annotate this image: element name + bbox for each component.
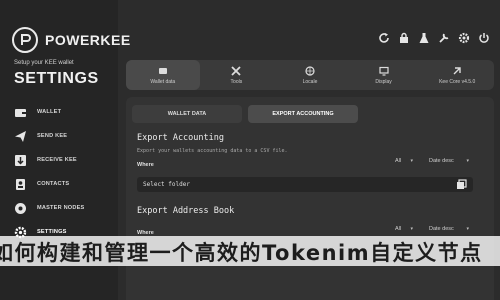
tab-wallet-data[interactable]: Wallet data [126, 60, 200, 90]
sort-select-value: Date desc [429, 157, 454, 164]
settings-panel: WALLET DATA EXPORT ACCOUNTING Export Acc… [126, 97, 494, 300]
power-icon[interactable] [477, 31, 490, 44]
tab-kee-core[interactable]: Kee Core v4.5.0 [420, 60, 494, 90]
locale-icon [305, 65, 315, 76]
sort-select-value: Date desc [429, 225, 454, 232]
subtab-export-accounting[interactable]: EXPORT ACCOUNTING [248, 105, 358, 123]
send-icon [14, 130, 27, 143]
export-address-book-title: Export Address Book [137, 206, 235, 216]
headline-overlay: 如何构建和管理一个高效的Tokenim自定义节点 [0, 236, 500, 266]
wallet-icon [14, 106, 27, 119]
chevron-down-icon: ▾ [410, 157, 413, 164]
sidebar-item-label: CONTACTS [37, 181, 70, 187]
wallet-data-icon [158, 67, 167, 74]
page-subtitle: Setup your KEE wallet [14, 60, 74, 66]
sidebar-item-wallet[interactable]: WALLET [0, 100, 118, 124]
sidebar-item-label: SEND KEE [37, 133, 68, 139]
tools-icon [231, 65, 242, 76]
tab-label: Kee Core v4.5.0 [439, 78, 476, 85]
chevron-down-icon: ▾ [466, 225, 469, 232]
subtabs: WALLET DATA EXPORT ACCOUNTING [132, 105, 358, 123]
select-folder-field[interactable]: Select folder [137, 177, 473, 192]
sidebar-item-receive-kee[interactable]: RECEIVE KEE [0, 148, 118, 172]
filter-select[interactable]: All ▾ [392, 223, 416, 234]
settings-tabbar: Wallet data Tools Locale Display Kee Cor… [126, 60, 494, 90]
tool-icon[interactable] [437, 31, 450, 44]
core-icon [453, 66, 461, 74]
master-nodes-icon [14, 202, 27, 215]
gear-icon[interactable] [457, 31, 470, 44]
filter-select[interactable]: All ▾ [392, 155, 416, 166]
tab-tools[interactable]: Tools [200, 60, 274, 90]
where-label: Where [137, 162, 154, 168]
chevron-down-icon: ▾ [466, 157, 469, 164]
tab-display[interactable]: Display [347, 60, 421, 90]
sort-select[interactable]: Date desc ▾ [426, 155, 472, 166]
sidebar-item-contacts[interactable]: CONTACTS [0, 172, 118, 196]
sidebar-item-label: MASTER NODES [37, 205, 85, 211]
brand-name: POWERKEE [45, 32, 131, 48]
tab-locale[interactable]: Locale [273, 60, 347, 90]
sort-select[interactable]: Date desc ▾ [426, 223, 472, 234]
filter-select-value: All [395, 157, 402, 164]
page-title: SETTINGS [14, 70, 99, 87]
powerkee-logo-icon [12, 27, 38, 53]
headline-text: 如何构建和管理一个高效的Tokenim自定义节点 [0, 241, 483, 265]
select-folder-text: Select folder [143, 181, 190, 188]
chevron-down-icon: ▾ [410, 225, 413, 232]
sidebar-nav: WALLET SEND KEE RECEIVE KEE CONTACTS MAS… [0, 100, 118, 244]
lock-icon[interactable] [397, 31, 410, 44]
subtab-wallet-data[interactable]: WALLET DATA [132, 105, 242, 123]
flask-icon[interactable] [417, 31, 430, 44]
tab-label: Tools [230, 78, 243, 85]
display-icon [378, 66, 389, 76]
filter-select-value: All [395, 225, 402, 232]
sidebar-item-label: WALLET [37, 109, 62, 115]
app-window: POWERKEE Setup your KEE wallet SETTINGS … [0, 0, 500, 300]
tab-label: Locale [302, 78, 318, 85]
window-toolbar [377, 31, 490, 44]
sidebar-item-label: SETTINGS [37, 229, 67, 235]
contacts-icon [14, 178, 27, 191]
tab-label: Wallet data [150, 78, 176, 85]
tab-label: Display [375, 78, 392, 85]
sidebar-item-master-nodes[interactable]: MASTER NODES [0, 196, 118, 220]
receive-icon [14, 154, 27, 167]
export-accounting-title: Export Accounting [137, 133, 224, 143]
copy-icon[interactable] [456, 179, 467, 190]
refresh-icon[interactable] [377, 31, 390, 44]
brand: POWERKEE [12, 27, 131, 53]
export-accounting-description: Export your wallets accounting data to a… [137, 148, 288, 154]
sidebar-item-label: RECEIVE KEE [37, 157, 77, 163]
sidebar-item-send-kee[interactable]: SEND KEE [0, 124, 118, 148]
